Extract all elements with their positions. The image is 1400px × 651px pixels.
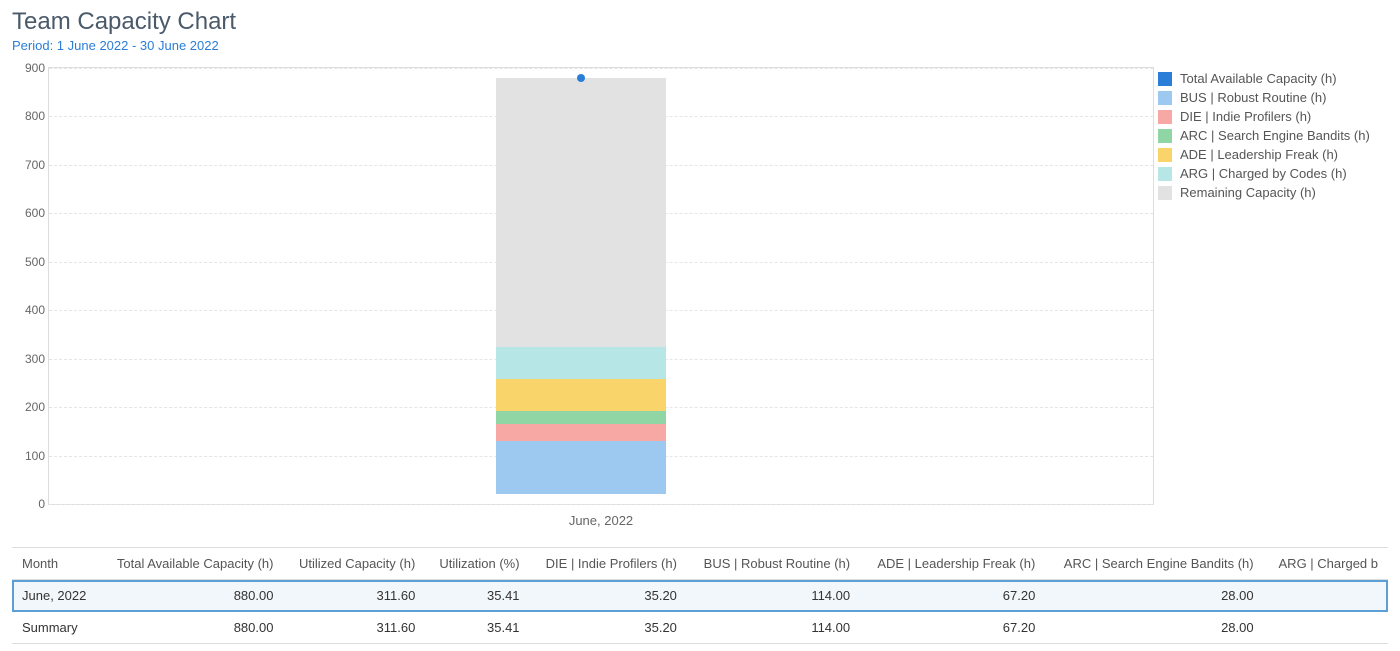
legend-label: Remaining Capacity (h) <box>1180 185 1316 200</box>
table-cell <box>1264 612 1388 644</box>
total-capacity-marker[interactable] <box>577 74 585 82</box>
legend-label: ADE | Leadership Freak (h) <box>1180 147 1338 162</box>
table-cell: 35.20 <box>530 612 687 644</box>
y-axis-tick: 200 <box>15 400 45 414</box>
table-cell: 35.41 <box>425 612 529 644</box>
gridline <box>49 504 1153 505</box>
table-cell: 114.00 <box>687 580 860 612</box>
table-cell: June, 2022 <box>12 580 100 612</box>
table-header-row: MonthTotal Available Capacity (h)Utilize… <box>12 548 1388 580</box>
legend-swatch <box>1158 186 1172 200</box>
legend-item-ade[interactable]: ADE | Leadership Freak (h) <box>1158 147 1388 162</box>
table-cell: 67.20 <box>860 580 1045 612</box>
y-axis-tick: 0 <box>15 497 45 511</box>
y-axis-tick: 600 <box>15 206 45 220</box>
table-column-header[interactable]: ARC | Search Engine Bandits (h) <box>1045 548 1263 580</box>
bar-segment-remaining[interactable] <box>496 78 666 347</box>
bar-segment-bus[interactable] <box>496 441 666 495</box>
y-axis-tick: 800 <box>15 109 45 123</box>
legend-label: BUS | Robust Routine (h) <box>1180 90 1326 105</box>
legend-item-die[interactable]: DIE | Indie Profilers (h) <box>1158 109 1388 124</box>
table-cell: 311.60 <box>283 612 425 644</box>
capacity-chart: 0 100 200 300 400 500 600 700 800 900 June, 2022 <box>12 63 1158 533</box>
table-cell: 114.00 <box>687 612 860 644</box>
table-cell: 67.20 <box>860 612 1045 644</box>
table-cell: 311.60 <box>283 580 425 612</box>
legend-label: ARC | Search Engine Bandits (h) <box>1180 128 1370 143</box>
period-link[interactable]: Period: 1 June 2022 - 30 June 2022 <box>12 38 219 53</box>
table-column-header[interactable]: Month <box>12 548 100 580</box>
table-cell: 28.00 <box>1045 580 1263 612</box>
table-cell: 35.41 <box>425 580 529 612</box>
bar-segment-arc[interactable] <box>496 411 666 424</box>
legend-swatch <box>1158 167 1172 181</box>
bar-segment-die[interactable] <box>496 424 666 441</box>
legend-item-bus[interactable]: BUS | Robust Routine (h) <box>1158 90 1388 105</box>
table-column-header[interactable]: Utilized Capacity (h) <box>283 548 425 580</box>
table-column-header[interactable]: ADE | Leadership Freak (h) <box>860 548 1045 580</box>
stacked-bar[interactable] <box>496 78 666 504</box>
y-axis-tick: 700 <box>15 158 45 172</box>
table-cell: 880.00 <box>100 612 284 644</box>
chart-plot-area: 0100200300400500600700800900June, 2022 <box>48 67 1154 505</box>
table-column-header[interactable]: BUS | Robust Routine (h) <box>687 548 860 580</box>
page-title: Team Capacity Chart <box>12 8 1388 36</box>
table-cell: 880.00 <box>100 580 284 612</box>
legend-label: ARG | Charged by Codes (h) <box>1180 166 1347 181</box>
legend-label: Total Available Capacity (h) <box>1180 71 1337 86</box>
legend-swatch <box>1158 72 1172 86</box>
legend-swatch <box>1158 129 1172 143</box>
legend-swatch <box>1158 91 1172 105</box>
period-line: Period: 1 June 2022 - 30 June 2022 <box>12 38 1388 53</box>
x-axis-category-label: June, 2022 <box>49 513 1153 528</box>
y-axis-tick: 500 <box>15 255 45 269</box>
table-cell: 35.20 <box>530 580 687 612</box>
table-column-header[interactable]: Total Available Capacity (h) <box>100 548 284 580</box>
legend-swatch <box>1158 110 1172 124</box>
table-column-header[interactable]: ARG | Charged b <box>1264 548 1388 580</box>
table-column-header[interactable]: Utilization (%) <box>425 548 529 580</box>
capacity-table: MonthTotal Available Capacity (h)Utilize… <box>12 547 1388 644</box>
y-axis-tick: 900 <box>15 61 45 75</box>
legend-item-total[interactable]: Total Available Capacity (h) <box>1158 71 1388 86</box>
table-column-header[interactable]: DIE | Indie Profilers (h) <box>530 548 687 580</box>
legend-swatch <box>1158 148 1172 162</box>
table-cell: 28.00 <box>1045 612 1263 644</box>
legend-label: DIE | Indie Profilers (h) <box>1180 109 1311 124</box>
table-cell: Summary <box>12 612 100 644</box>
bar-segment-ade[interactable] <box>496 379 666 411</box>
y-axis-tick: 400 <box>15 303 45 317</box>
table-row[interactable]: June, 2022880.00311.6035.4135.20114.0067… <box>12 580 1388 612</box>
y-axis-tick: 100 <box>15 449 45 463</box>
gridline <box>49 68 1153 69</box>
legend-item-arg[interactable]: ARG | Charged by Codes (h) <box>1158 166 1388 181</box>
legend-item-arc[interactable]: ARC | Search Engine Bandits (h) <box>1158 128 1388 143</box>
chart-legend: Total Available Capacity (h) BUS | Robust… <box>1158 63 1388 533</box>
bar-segment-arg[interactable] <box>496 347 666 379</box>
y-axis-tick: 300 <box>15 352 45 366</box>
legend-item-remaining[interactable]: Remaining Capacity (h) <box>1158 185 1388 200</box>
table-cell <box>1264 580 1388 612</box>
table-row[interactable]: Summary880.00311.6035.4135.20114.0067.20… <box>12 612 1388 644</box>
